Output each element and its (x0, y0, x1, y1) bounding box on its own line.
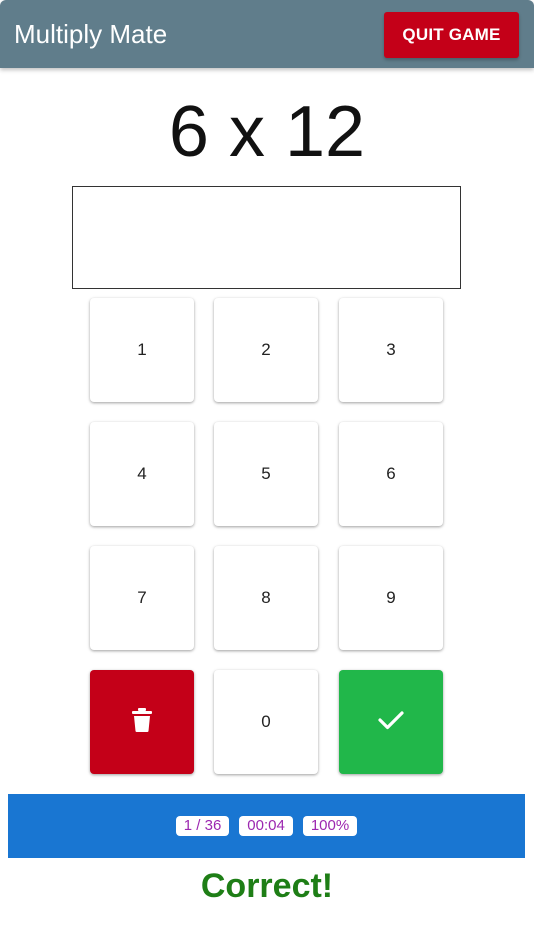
accuracy-badge: 100% (302, 816, 358, 836)
key-5[interactable]: 5 (214, 422, 318, 526)
timer-badge: 00:04 (239, 816, 293, 836)
key-8[interactable]: 8 (214, 546, 318, 650)
progress-badge: 1 / 36 (175, 816, 230, 836)
key-4[interactable]: 4 (90, 422, 194, 526)
game-status-bar: 1 / 36 00:04 100% (8, 794, 525, 858)
answer-input[interactable] (72, 186, 461, 289)
key-0[interactable]: 0 (214, 670, 318, 774)
multiplication-question: 6 x 12 (168, 92, 366, 172)
key-1[interactable]: 1 (90, 298, 194, 402)
trash-icon (131, 707, 153, 737)
top-app-bar: Multiply Mate QUIT GAME (0, 0, 534, 68)
key-7[interactable]: 7 (90, 546, 194, 650)
app-root: Multiply Mate QUIT GAME 6 x 12 1 2 3 4 5… (0, 0, 534, 950)
key-6[interactable]: 6 (339, 422, 443, 526)
key-3[interactable]: 3 (339, 298, 443, 402)
delete-button[interactable] (90, 670, 194, 774)
checkmark-icon (378, 710, 404, 735)
key-9[interactable]: 9 (339, 546, 443, 650)
feedback-message: Correct! (200, 867, 334, 905)
quit-game-button[interactable]: QUIT GAME (384, 12, 519, 58)
submit-answer-button[interactable] (339, 670, 443, 774)
app-title: Multiply Mate (14, 19, 168, 49)
key-2[interactable]: 2 (214, 298, 318, 402)
